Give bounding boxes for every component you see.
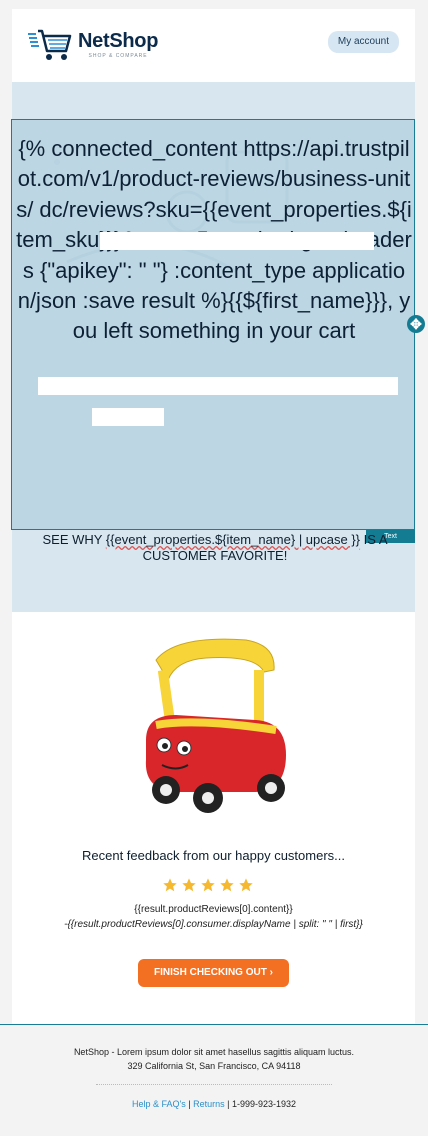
help-faq-link[interactable]: Help & FAQ's	[132, 1099, 186, 1109]
toy-car-image[interactable]	[136, 630, 292, 820]
footer-info: NetShop - Lorem ipsum dolor sit amet has…	[0, 1045, 428, 1073]
link-separator: |	[227, 1099, 230, 1109]
star-icon	[239, 878, 253, 892]
redaction-box	[38, 377, 398, 395]
shopping-cart-icon	[28, 29, 72, 60]
star-icon	[182, 878, 196, 892]
hero-subheading: SEE WHY {{event_properties.${item_name} …	[20, 532, 410, 564]
feedback-title: Recent feedback from our happy customers…	[81, 848, 345, 863]
footer-divider-line	[0, 1024, 428, 1025]
my-account-button[interactable]: My account	[327, 31, 399, 53]
product-section: Recent feedback from our happy customers…	[12, 612, 415, 1024]
subhead-variable: {{event_properties.${item_name} | upcase…	[105, 532, 361, 547]
liquid-text-block[interactable]: {% connected_content https://api.trustpi…	[11, 119, 415, 530]
star-icon	[220, 878, 234, 892]
footer-links: Help & FAQ's | Returns | 1-999-923-1932	[0, 1099, 428, 1109]
finish-checking-out-button[interactable]: FINISH CHECKING OUT ›	[138, 959, 289, 987]
footer-company-line: NetShop - Lorem ipsum dolor sit amet has…	[73, 1047, 355, 1057]
footer-address: 329 California St, San Francisco, CA 941…	[127, 1061, 301, 1071]
netshop-logo[interactable]: NetShop SHOP & COMPARE	[28, 27, 158, 63]
subhead-prefix: SEE WHY	[42, 532, 106, 547]
star-icon	[201, 878, 215, 892]
star-icon	[163, 878, 177, 892]
redaction-box	[92, 408, 164, 426]
star-rating	[162, 877, 254, 893]
email-header: NetShop SHOP & COMPARE My account	[12, 9, 415, 82]
footer-dotted-divider	[96, 1084, 332, 1085]
move-icon[interactable]: ✥	[407, 315, 425, 333]
logo-name: NetShop	[78, 30, 159, 52]
returns-link[interactable]: Returns	[193, 1099, 225, 1109]
review-content: {{result.productReviews[0].content}}	[134, 904, 293, 915]
phone-number: 1-999-923-1932	[231, 1099, 297, 1109]
logo-tagline: SHOP & COMPARE	[88, 53, 148, 59]
redaction-box	[100, 232, 374, 250]
review-author: -{{result.productReviews[0].consumer.dis…	[64, 919, 363, 930]
link-separator: |	[188, 1099, 191, 1109]
